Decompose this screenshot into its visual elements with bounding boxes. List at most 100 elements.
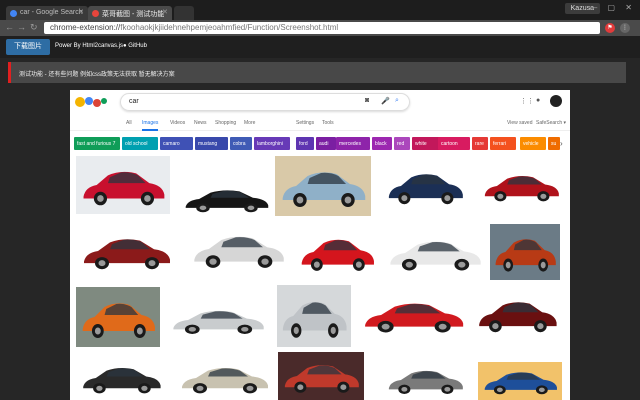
address-bar-row: ← → ↻ chrome-extension://fkoohaokjkjiide… [0,20,640,36]
chip-0[interactable]: fast and furious 7 [74,137,120,150]
image-result[interactable] [382,228,487,278]
tab-videos[interactable]: Videos [170,120,185,126]
chip-13[interactable]: rare [472,137,488,150]
github-icon: ● [123,43,127,49]
tab-news[interactable]: News [194,120,207,126]
chip-14[interactable]: ferrari [490,137,516,150]
apps-grid-icon[interactable]: ⋮⋮ [520,97,534,105]
car-thumbnail-icon [182,368,268,394]
reload-icon[interactable]: ↻ [30,22,38,33]
chip-12[interactable]: cartoon [438,137,470,150]
car-thumbnail-icon [282,301,347,338]
car-thumbnail-icon [390,241,481,271]
image-result[interactable] [472,288,562,340]
safesearch-dropdown[interactable]: SafeSearch ▾ [536,120,566,126]
image-result[interactable] [174,356,274,400]
tab-more[interactable]: More [244,120,255,126]
forward-icon[interactable]: → [17,22,26,32]
car-thumbnail-icon [301,239,374,271]
chip-5[interactable]: lamborghini [254,137,290,150]
chip-3[interactable]: mustang [195,137,228,150]
car-thumbnail-icon [84,239,170,270]
tab-google-search[interactable]: car - Google Search ✕ [6,6,88,21]
back-icon[interactable]: ← [5,22,14,32]
tab-title: car - Google Search [20,9,83,16]
powered-by-link[interactable]: Power By Html2canvas.js [55,43,123,49]
chip-1[interactable]: old school [122,137,158,150]
view-saved-link[interactable]: View saved [507,120,532,126]
google-tabs: All Images Videos News Shopping More Set… [70,117,570,131]
car-thumbnail-icon [388,174,463,205]
car-thumbnail-icon [495,239,556,272]
chip-9[interactable]: black [372,137,392,150]
image-result[interactable] [277,285,351,347]
chip-2[interactable]: camaro [160,137,193,150]
image-result[interactable] [186,222,290,276]
close-icon[interactable]: ✕ [162,8,168,16]
tab-title: 菜哥截图 - 测试功能 [102,11,165,18]
extension-toolbar: 下载图片 Power By Html2canvas.js ● GitHub [0,36,640,58]
car-thumbnail-icon [173,310,264,334]
car-thumbnail-icon [479,302,557,333]
github-link[interactable]: ● GitHub [123,43,147,49]
google-search-box[interactable]: car ◙ 🎤 ⌕ [120,93,410,111]
tab-tools[interactable]: Tools [322,120,334,126]
chip-7[interactable]: audi [316,137,336,150]
chip-15[interactable]: vehicle [520,137,546,150]
google-doodle-logo[interactable] [74,94,108,110]
car-thumbnail-icon [82,303,155,338]
search-icon[interactable]: ⌕ [395,97,399,105]
notifications-icon[interactable]: ● [536,97,540,104]
image-result[interactable] [478,362,562,400]
chip-16[interactable]: su [548,137,560,150]
image-result[interactable] [76,287,160,347]
image-result[interactable] [490,224,560,280]
tab-images[interactable]: Images [142,120,159,131]
window-controls[interactable]: — ▢ ✕ [589,3,636,12]
image-result[interactable] [76,225,176,277]
image-result[interactable] [382,360,468,400]
related-search-chips: fast and furious 7 old school camaro mustan… [74,137,566,151]
car-thumbnail-icon [484,176,559,202]
menu-icon[interactable]: ⋮ [620,23,630,33]
chip-4[interactable]: cobra [230,137,252,150]
tab-shopping[interactable]: Shopping [215,120,236,126]
car-thumbnail-icon [83,171,165,206]
chevron-right-icon[interactable]: › [560,139,563,148]
image-result[interactable] [278,352,364,400]
image-result[interactable] [165,300,270,340]
image-result[interactable] [76,156,170,214]
screenshot-preview: car ◙ 🎤 ⌕ ⋮⋮ ● All Images Videos News Sh… [70,90,570,400]
chip-11[interactable]: white [412,137,440,150]
tab-screenshot[interactable]: 菜哥截图 - 测试功能 ✕ [88,6,172,21]
github-label: GitHub [128,43,147,49]
url-input[interactable]: chrome-extension://fkoohaokjkjiidehnehpe… [44,22,600,34]
car-thumbnail-icon [284,365,359,393]
car-thumbnail-icon [83,368,161,394]
microphone-icon[interactable]: 🎤 [381,97,390,105]
download-image-button[interactable]: 下载图片 [6,39,50,55]
image-result[interactable] [478,164,564,208]
camera-icon[interactable]: ◙ [365,97,369,104]
image-result[interactable] [275,156,371,216]
new-tab-button[interactable] [174,6,194,21]
browser-tab-strip: car - Google Search ✕ 菜哥截图 - 测试功能 ✕ Kazu… [0,0,640,21]
url-path: fkoohaokjkjiidehnehpemjeoahmfied/Functio… [120,23,339,32]
image-result[interactable] [356,290,470,340]
image-result[interactable] [76,356,166,400]
chip-6[interactable]: ford [296,137,314,150]
chip-10[interactable]: red [394,137,410,150]
image-result[interactable] [178,180,274,218]
image-result[interactable] [295,225,379,279]
image-result[interactable] [382,160,468,212]
car-thumbnail-icon [185,190,269,213]
search-query: car [129,98,139,105]
chip-8[interactable]: mercedes [336,137,370,150]
car-thumbnail-icon [365,303,464,333]
tab-all[interactable]: All [126,120,132,126]
close-icon[interactable]: ✕ [78,8,84,16]
car-thumbnail-icon [282,172,366,207]
extension-icon[interactable]: ⚑ [605,23,615,33]
avatar[interactable] [550,95,562,107]
tab-settings[interactable]: Settings [296,120,314,126]
